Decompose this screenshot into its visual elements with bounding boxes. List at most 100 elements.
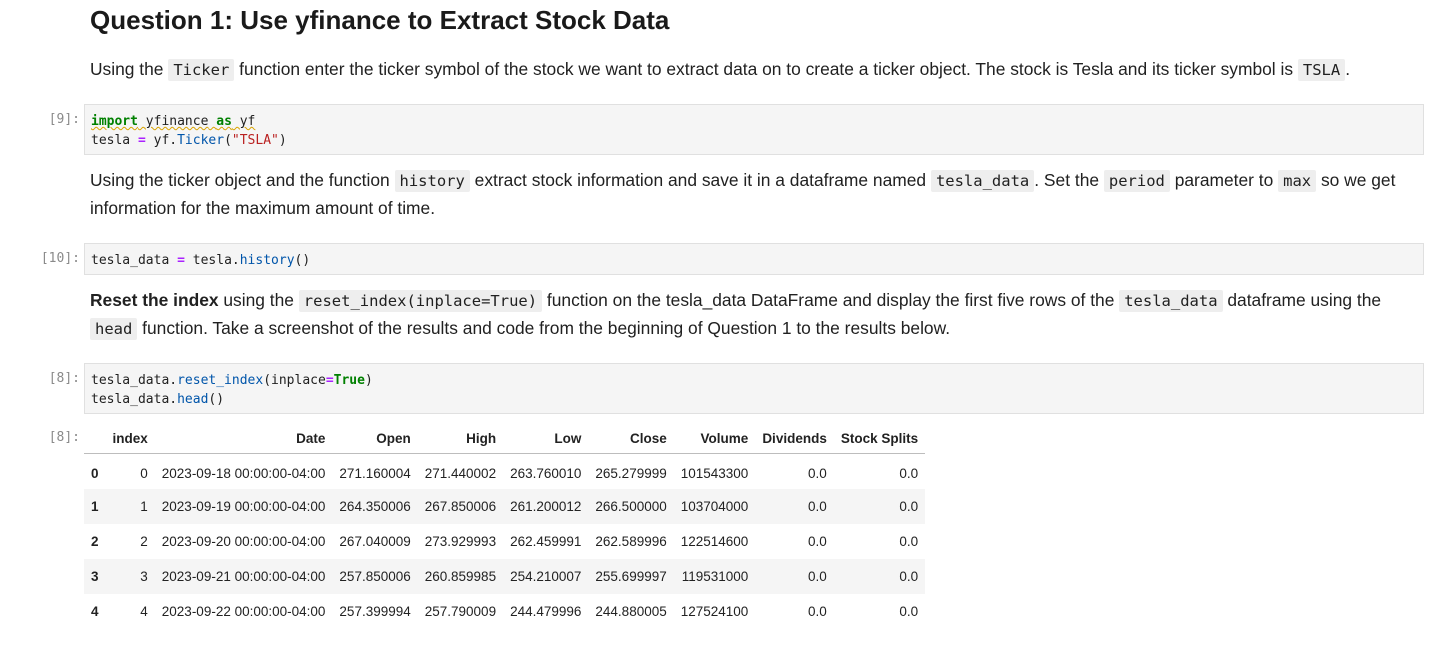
- code-cell-reset-index[interactable]: tesla_data.reset_index(inplace=True) tes…: [84, 363, 1424, 414]
- table-cell: 257.850006: [339, 568, 411, 584]
- row-index-label: 0: [91, 465, 99, 481]
- table-cell: 0.0: [808, 533, 827, 549]
- inline-code-ticker: Ticker: [168, 59, 235, 81]
- inline-code-period: period: [1103, 170, 1170, 192]
- markdown-cell-instructions-1[interactable]: Using the Ticker function enter the tick…: [90, 56, 1414, 84]
- paren: ): [364, 373, 373, 388]
- table-cell: 101543300: [680, 465, 749, 481]
- table-column-header: Close: [588, 423, 674, 454]
- output-prompt: [8]:: [48, 430, 80, 445]
- inline-code-reset-index: reset_index(inplace=True): [298, 290, 543, 312]
- table-cell: 122514600: [680, 533, 749, 549]
- text: . Set the: [1034, 170, 1104, 190]
- variable: tesla: [91, 133, 131, 148]
- object: tesla_data.: [91, 392, 178, 407]
- cell-prompt: [8]:: [48, 371, 80, 386]
- text: function enter the ticker symbol of the …: [234, 59, 1298, 79]
- table-cell: 265.279999: [595, 465, 667, 481]
- module-name: yfinance: [145, 114, 209, 129]
- table-cell: 0.0: [808, 498, 827, 514]
- table-cell: 0.0: [808, 568, 827, 584]
- table-column-header: Date: [154, 423, 333, 454]
- table-row: 4 4 2023-09-22 00:00:00-04:00 257.399994 257…: [84, 593, 926, 629]
- table-cell: 255.699997: [595, 568, 667, 584]
- object: tesla.: [192, 253, 240, 268]
- text: Using the ticker object and the function: [90, 170, 395, 190]
- instruction-text-1: Using the Ticker function enter the tick…: [90, 56, 1414, 84]
- text: extract stock information and save it in…: [469, 170, 931, 190]
- markdown-cell-instructions-2[interactable]: Using the ticker object and the function…: [90, 167, 1414, 222]
- inline-code-tesla-data: tesla_data: [930, 170, 1035, 192]
- dataframe-output-table: index Date Open High Low Close Volume Dividends…: [84, 423, 926, 629]
- row-index-label: 1: [91, 498, 99, 514]
- table-index-header: [84, 423, 106, 454]
- table-cell: 261.200012: [510, 498, 582, 514]
- table-row: 3 3 2023-09-21 00:00:00-04:00 257.850006 260…: [84, 558, 926, 594]
- markdown-cell-instructions-3[interactable]: Reset the index using the reset_index(in…: [90, 287, 1414, 343]
- table-cell: 262.589996: [595, 533, 667, 549]
- function-name: head: [177, 392, 209, 407]
- table-column-header: Volume: [673, 423, 756, 454]
- table-cell: 2023-09-20 00:00:00-04:00: [161, 533, 326, 549]
- markdown-cell-heading[interactable]: Question 1: Use yfinance to Extract Stoc…: [90, 2, 1414, 38]
- table-cell: 267.040009: [339, 533, 411, 549]
- inline-code-tesla-data: tesla_data: [1119, 290, 1223, 312]
- keyword-import: import: [91, 114, 138, 129]
- table-cell: 103704000: [680, 498, 749, 514]
- cell-prompt: [10]:: [40, 251, 80, 266]
- paren: ): [278, 133, 287, 148]
- table-cell: 2023-09-19 00:00:00-04:00: [161, 498, 326, 514]
- operator: =: [325, 373, 334, 388]
- table-cell: 0.0: [899, 533, 919, 549]
- table-cell: 266.500000: [595, 498, 667, 514]
- table-cell: 2023-09-22 00:00:00-04:00: [161, 603, 326, 619]
- table-row: 1 1 2023-09-19 00:00:00-04:00 264.350006 267…: [84, 488, 926, 524]
- table-column-header: High: [417, 423, 504, 454]
- keyword-as: as: [216, 114, 232, 129]
- table-cell: 2023-09-18 00:00:00-04:00: [161, 465, 326, 481]
- table-cell: 267.850006: [424, 498, 497, 514]
- table-cell: 4: [140, 603, 148, 619]
- text: function. Take a screenshot of the resul…: [137, 318, 951, 338]
- inline-code-max: max: [1278, 170, 1317, 192]
- table-row: 0 0 2023-09-18 00:00:00-04:00 271.160004 271…: [84, 453, 926, 489]
- table-cell: 271.160004: [339, 465, 411, 481]
- code-cell-history[interactable]: tesla_data = tesla.history(): [84, 243, 1424, 275]
- table-row: 2 2 2023-09-20 00:00:00-04:00 267.040009 273…: [84, 523, 926, 559]
- table-cell: 119531000: [681, 568, 749, 584]
- table-body: 0 0 2023-09-18 00:00:00-04:00 271.160004 271…: [84, 453, 926, 629]
- instruction-text-3: Reset the index using the reset_index(in…: [90, 287, 1414, 343]
- table-column-header: Stock Splits: [833, 423, 926, 454]
- argument: (inplace: [263, 373, 326, 388]
- row-index-label: 4: [91, 603, 99, 619]
- table-column-header: index: [105, 423, 155, 454]
- table-column-header: Dividends: [755, 423, 834, 454]
- text: dataframe using the: [1222, 290, 1382, 310]
- function-name: history: [239, 253, 295, 268]
- table-cell: 263.760010: [510, 465, 582, 481]
- inline-code-head: head: [90, 318, 138, 340]
- table-column-header: Low: [503, 423, 589, 454]
- page-title: Question 1: Use yfinance to Extract Stoc…: [90, 5, 670, 35]
- paren: (: [224, 133, 232, 148]
- table-cell: 262.459991: [510, 533, 582, 549]
- inline-code-history: history: [394, 170, 470, 192]
- table-cell: 273.929993: [424, 533, 497, 549]
- table-cell: 0.0: [808, 465, 827, 481]
- text: function on the tesla_data DataFrame and…: [542, 290, 1120, 310]
- bold-text: Reset the index: [90, 290, 219, 310]
- table-cell: 254.210007: [510, 568, 582, 584]
- text: using the: [218, 290, 299, 310]
- table-cell: 257.790009: [424, 603, 497, 619]
- table-cell: 271.440002: [424, 465, 497, 481]
- code-cell-import[interactable]: import yfinance as yf tesla = yf.Ticker(…: [84, 104, 1424, 155]
- instruction-text-2: Using the ticker object and the function…: [90, 167, 1414, 222]
- operator: =: [177, 253, 185, 268]
- inline-code-tsla: TSLA: [1297, 59, 1346, 81]
- operator: =: [137, 133, 146, 148]
- row-index-label: 2: [91, 533, 99, 549]
- table-header-row: index Date Open High Low Close Volume Dividends…: [84, 423, 926, 454]
- table-cell: 264.350006: [339, 498, 411, 514]
- table-cell: 3: [140, 568, 148, 584]
- paren: (): [208, 392, 225, 407]
